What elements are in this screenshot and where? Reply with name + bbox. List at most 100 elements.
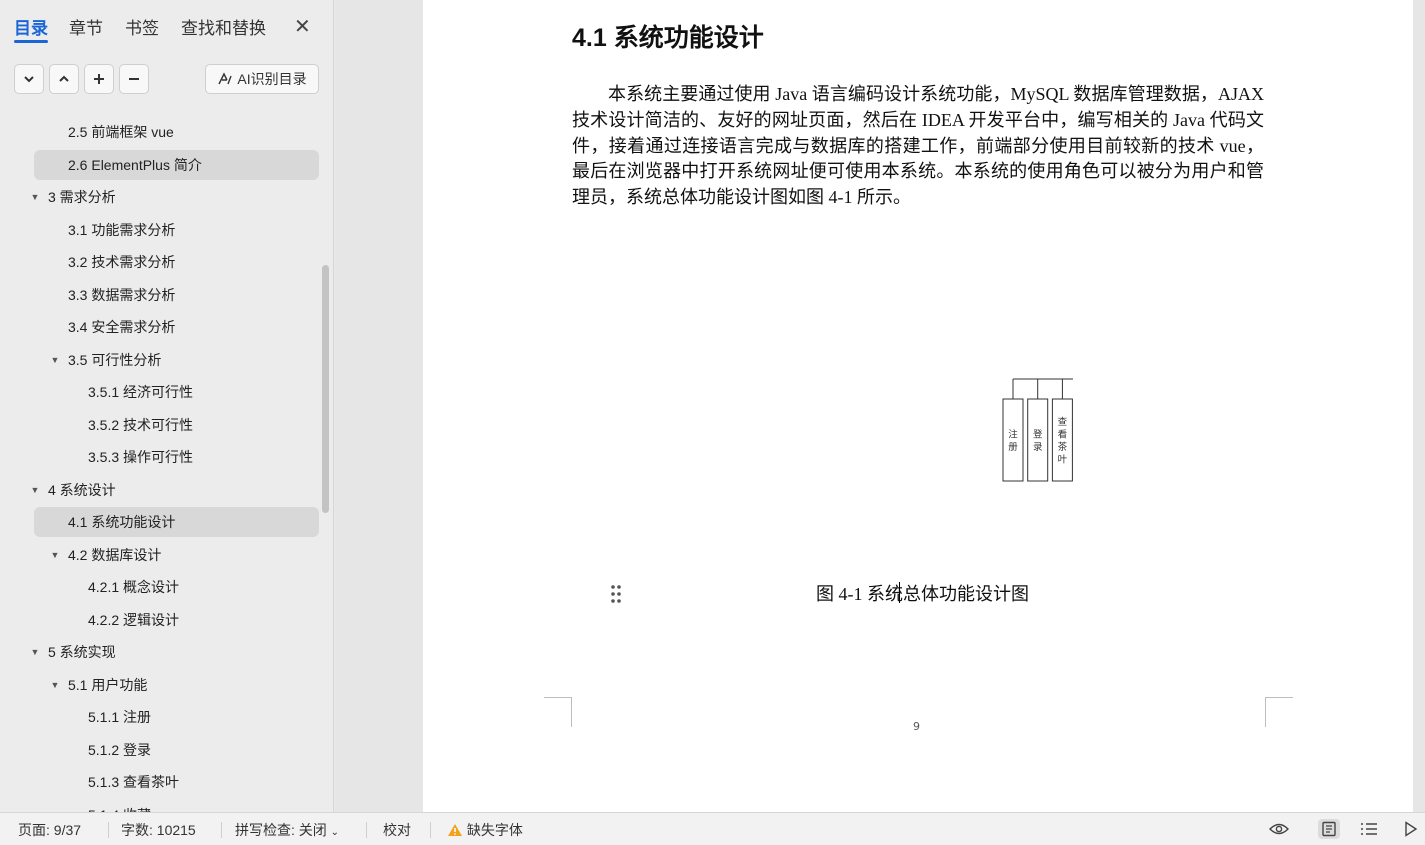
toc-item-label: 5.1.2 登录	[88, 741, 152, 758]
missing-font-button[interactable]: 缺失字体	[447, 820, 523, 840]
toc-item[interactable]: ▼ 3.5 可行性分析	[34, 345, 319, 375]
sidebar-tabs: 目录 章节 书签 查找和替换 ✕	[0, 0, 334, 52]
add-item-button[interactable]	[84, 64, 114, 94]
toc-item-label: 3.5.3 操作可行性	[88, 449, 194, 465]
toc-item-label: 3.5.2 技术可行性	[88, 416, 194, 433]
close-icon[interactable]: ✕	[294, 14, 311, 39]
toc-item[interactable]: ▼ 5 系统实现	[31, 637, 319, 667]
function-diagram: 茶叶商城用户注册登录查看茶叶收藏加入购物车购买查看订单评价查看公告管理个人信息商…	[1002, 378, 1073, 482]
toc-item-label: 5.1.1 注册	[88, 709, 152, 725]
tab-find-replace[interactable]: 查找和替换	[181, 14, 266, 39]
page-margin-corner-right	[1265, 697, 1293, 727]
body-paragraph: 本系统主要通过使用 Java 语言编码设计系统功能，MySQL 数据库管理数据，…	[572, 84, 1264, 208]
tab-chapters[interactable]: 章节	[69, 14, 103, 39]
toc-item[interactable]: 3.5.3 操作可行性	[34, 442, 319, 472]
toc-item-label: 4.2.2 逻辑设计	[88, 611, 180, 628]
page-number: 9	[913, 720, 920, 733]
toc-scrollbar[interactable]	[322, 265, 329, 513]
expand-triangle-icon[interactable]: ▼	[50, 550, 60, 560]
ai-button-label: AI识别目录	[237, 71, 307, 87]
toc-item[interactable]: 4.2.1 概念设计	[34, 572, 319, 602]
toc-item-label: 3.1 功能需求分析	[68, 221, 176, 238]
toc-item[interactable]: 3.2 技术需求分析	[34, 247, 319, 277]
toc-item[interactable]: 5.1.1 注册	[34, 702, 319, 732]
remove-item-button[interactable]	[119, 64, 149, 94]
page-margin-corner-left	[544, 697, 572, 727]
toc-item[interactable]: ▼ 4.2 数据库设计	[34, 540, 319, 570]
toc-item-label: 3.4 安全需求分析	[68, 319, 176, 335]
toc-list: 2.5 前端框架 vue 2.6 ElementPlus 简介 ▼ 3 需求分析 3.1…	[0, 117, 334, 812]
expand-triangle-icon[interactable]: ▼	[50, 355, 60, 365]
toc-item-label: 3.5 可行性分析	[68, 351, 162, 368]
toc-item-label: 3.5.1 经济可行性	[88, 384, 194, 400]
toc-item[interactable]: ▼ 3 需求分析	[31, 182, 319, 212]
outline-view-icon[interactable]	[1358, 819, 1380, 839]
toc-item[interactable]: 3.5.1 经济可行性	[34, 377, 319, 407]
toc-item[interactable]: 3.3 数据需求分析	[34, 280, 319, 310]
active-tab-indicator	[14, 40, 48, 43]
toc-item-label: 5 系统实现	[48, 644, 116, 660]
toc-item[interactable]: 2.5 前端框架 vue	[34, 117, 319, 147]
toc-item-label: 4.2 数据库设计	[68, 546, 162, 563]
toc-item-label: 5.1 用户功能	[68, 676, 148, 693]
toc-item-label: 4.2.1 概念设计	[88, 579, 180, 595]
toc-item-label: 2.6 ElementPlus 简介	[68, 156, 202, 173]
page-indicator[interactable]: 页面: 9/37	[18, 820, 81, 840]
toc-item[interactable]: 3.4 安全需求分析	[34, 312, 319, 342]
toc-item-label: 3.2 技术需求分析	[68, 254, 176, 270]
toc-item-label: 4.1 系统功能设计	[68, 514, 176, 530]
expand-triangle-icon[interactable]: ▼	[50, 680, 60, 690]
document-page[interactable]: 4.1 系统功能设计 本系统主要通过使用 Java 语言编码设计系统功能，MyS…	[423, 0, 1413, 812]
toc-item[interactable]: 2.6 ElementPlus 简介	[34, 149, 319, 180]
toc-item-label: 4 系统设计	[48, 481, 116, 498]
move-up-button[interactable]	[49, 64, 79, 94]
spellcheck-toggle[interactable]: 拼写检查: 关闭 ⌄	[235, 820, 339, 840]
missing-font-label: 缺失字体	[466, 822, 523, 838]
play-icon[interactable]	[1400, 819, 1422, 839]
expand-triangle-icon[interactable]: ▼	[30, 647, 40, 657]
document-area: 4.1 系统功能设计 本系统主要通过使用 Java 语言编码设计系统功能，MyS…	[335, 0, 1425, 812]
status-separator	[108, 822, 109, 838]
text-caret	[899, 582, 900, 603]
warning-icon	[448, 824, 462, 836]
toc-item[interactable]: 5.1.4 收藏	[34, 800, 319, 813]
eye-icon[interactable]	[1268, 819, 1290, 839]
toc-item-label: 5.1.3 查看茶叶	[88, 774, 180, 790]
toc-item-label: 3.3 数据需求分析	[68, 286, 176, 303]
chevron-down-icon: ⌄	[330, 827, 340, 838]
status-separator	[366, 822, 367, 838]
page-view-icon[interactable]	[1318, 819, 1340, 839]
status-bar: 页面: 9/37 字数: 10215 拼写检查: 关闭 ⌄ 校对 缺失字体	[0, 812, 1425, 845]
outline-sidebar: 目录 章节 书签 查找和替换 ✕ AI识别目录 2.5 前端框架 vue 2.6 …	[0, 0, 334, 812]
tab-toc[interactable]: 目录	[14, 14, 48, 39]
chevron-up-icon	[59, 75, 69, 82]
chevron-down-icon	[24, 76, 34, 83]
status-separator	[430, 822, 431, 838]
drag-handle-icon[interactable]	[610, 584, 622, 604]
tab-bookmarks[interactable]: 书签	[125, 14, 159, 39]
status-separator	[221, 822, 222, 838]
diagram-leaf-label: 登录	[1033, 429, 1043, 453]
expand-triangle-icon[interactable]: ▼	[30, 192, 40, 202]
proofread-button[interactable]: 校对	[383, 820, 411, 840]
ai-recognize-toc-button[interactable]: AI识别目录	[205, 64, 319, 94]
toc-item[interactable]: 5.1.3 查看茶叶	[34, 767, 319, 797]
minus-icon	[129, 78, 139, 80]
move-down-button[interactable]	[14, 64, 44, 94]
section-heading: 4.1 系统功能设计	[572, 24, 764, 52]
expand-triangle-icon[interactable]: ▼	[30, 485, 40, 495]
toc-item[interactable]: 5.1.2 登录	[34, 735, 319, 765]
toc-item[interactable]: ▼ 5.1 用户功能	[34, 670, 319, 700]
toc-item[interactable]: 4.2.2 逻辑设计	[34, 605, 319, 635]
spellcheck-label: 拼写检查: 关闭	[235, 822, 327, 838]
word-count[interactable]: 字数: 10215	[121, 820, 196, 840]
toc-item-label: 2.5 前端框架 vue	[68, 124, 174, 140]
toc-item-label: 3 需求分析	[48, 189, 116, 205]
toc-item-label: 5.1.4 收藏	[88, 805, 151, 813]
toc-item[interactable]: 3.1 功能需求分析	[34, 215, 319, 245]
ai-pen-icon	[218, 72, 233, 85]
toc-item[interactable]: ▼ 4 系统设计	[31, 475, 319, 505]
plus-icon	[94, 74, 104, 84]
toc-item[interactable]: 3.5.2 技术可行性	[34, 410, 319, 440]
toc-item[interactable]: 4.1 系统功能设计	[34, 507, 319, 537]
